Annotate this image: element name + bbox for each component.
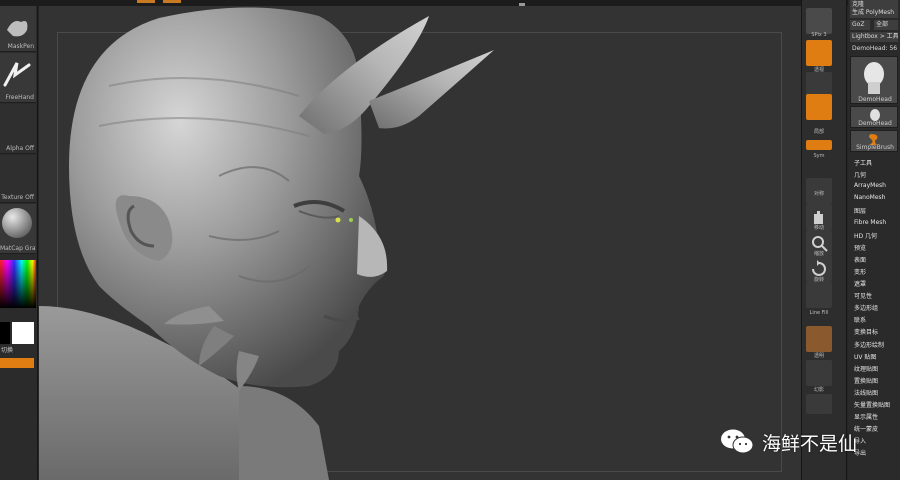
thumb-caption: SimpleBrush [856,144,894,151]
brush-label: MaskPen [7,43,34,50]
watermark: 海鲜不是仙 [720,426,880,456]
tool-menu-item[interactable]: 多边形组 [854,303,878,312]
color-picker[interactable] [0,260,36,308]
swap-color-label[interactable]: 切换 [1,345,13,354]
tool-thumb-demohead[interactable]: DemoHead [850,56,898,104]
frame-label: 对称 [813,191,824,197]
matcap-sphere-icon [2,208,32,238]
main-color-swatch[interactable] [12,322,34,344]
material-label: MatCap Gray [0,245,36,252]
tool-palette: 克隆 生成 PolyMesh GoZ 全部 Lightbox > 工具 Demo… [848,0,900,480]
texture-label: Texture Off [1,194,34,201]
tool-menu-item[interactable]: 法线贴图 [854,388,878,397]
texture-slot[interactable]: Texture Off [0,155,36,203]
alpha-label: Alpha Off [6,145,34,152]
ghost-button[interactable] [806,360,832,386]
thumb-caption: DemoHead [858,96,892,103]
tool-menu-item[interactable]: 图层 [854,206,866,215]
tool-menu-item[interactable]: 表面 [854,255,866,264]
tool-menu-item[interactable]: 变形 [854,267,866,276]
perspective-button[interactable] [806,40,832,66]
tool-menu-item[interactable]: 几何 [854,170,866,179]
watermark-text: 海鲜不是仙 [762,433,858,455]
tool-menu-item[interactable]: 变换目标 [854,327,878,336]
color-indicator [0,358,34,368]
freehand-stroke-icon [3,62,31,87]
symmetry-label: Sym [813,153,825,159]
material-slot[interactable]: MatCap Gray [0,204,36,254]
right-tool-shelf: SPix 3 透视 地面 局部 Sym 对称 移动 缩放 旋转 Line Fil… [801,0,847,480]
sculpt-model [39,7,494,480]
stroke-slot[interactable]: FreeHand [0,53,36,103]
tool-menu-item[interactable]: 纹理贴图 [854,364,878,373]
all-button[interactable]: 全部 [874,20,898,30]
tool-menu-item[interactable]: 多边形绘制 [854,340,884,349]
tool-menu-item[interactable]: Fibre Mesh [854,219,886,226]
line-fill-button[interactable] [806,282,832,308]
brush-slot[interactable]: MaskPen [0,6,36,52]
thumb-caption: DemoHead [858,120,892,127]
top-tab-marker[interactable] [163,0,181,3]
tool-menu-item[interactable]: 置换贴图 [854,376,878,385]
tool-menu-item[interactable]: UV 贴图 [854,352,876,361]
make-polymesh-button[interactable]: 生成 PolyMesh [850,8,898,18]
tool-thumb-demohead-small[interactable]: DemoHead [850,106,898,128]
tool-menu-item[interactable]: 遮罩 [854,279,866,288]
tool-menu-item[interactable]: NanoMesh [854,194,885,201]
transparent-button[interactable] [806,326,832,352]
tool-menu-item[interactable]: 联系 [854,315,866,324]
tool-menu-item[interactable]: 可见性 [854,291,872,300]
xpose-button[interactable] [806,394,832,414]
tool-menu-item[interactable]: HD 几何 [854,231,877,240]
left-shelf: MaskPen FreeHand Alpha Off Texture Off M… [0,6,38,480]
local-label: 局部 [813,129,824,135]
wechat-logo-icon [721,429,754,454]
current-tool-label: DemoHead: 56 [850,44,898,54]
tool-menu-item[interactable]: 显示属性 [854,412,878,421]
top-tab-marker[interactable] [137,0,155,3]
tool-thumb-simplebrush[interactable]: SimpleBrush [850,130,898,152]
goz-button[interactable]: GoZ [850,20,870,30]
secondary-color-swatch[interactable] [0,322,10,344]
stroke-label: FreeHand [5,94,34,101]
symmetry-xyz-button[interactable] [806,140,832,150]
mask-pen-icon [7,21,28,37]
spix-label: SPix 3 [811,32,827,38]
tool-menu-item[interactable]: 预览 [854,243,866,252]
head-thumbnail-icon [864,62,884,94]
tool-menu-item[interactable]: 矢量置换贴图 [854,400,890,409]
ghost-label: 幻影 [813,387,824,393]
lightbox-tools-button[interactable]: Lightbox > 工具 [850,32,898,42]
canvas-viewport[interactable] [39,6,801,480]
alpha-slot[interactable]: Alpha Off [0,104,36,154]
local-button[interactable] [806,94,832,120]
spix-button[interactable] [806,8,832,34]
line-fill-label: Line Fill [809,310,829,316]
tool-menu-item[interactable]: 子工具 [854,158,872,167]
transparent-label: 透明 [813,353,824,359]
tool-menu-item[interactable]: ArrayMesh [854,182,886,189]
